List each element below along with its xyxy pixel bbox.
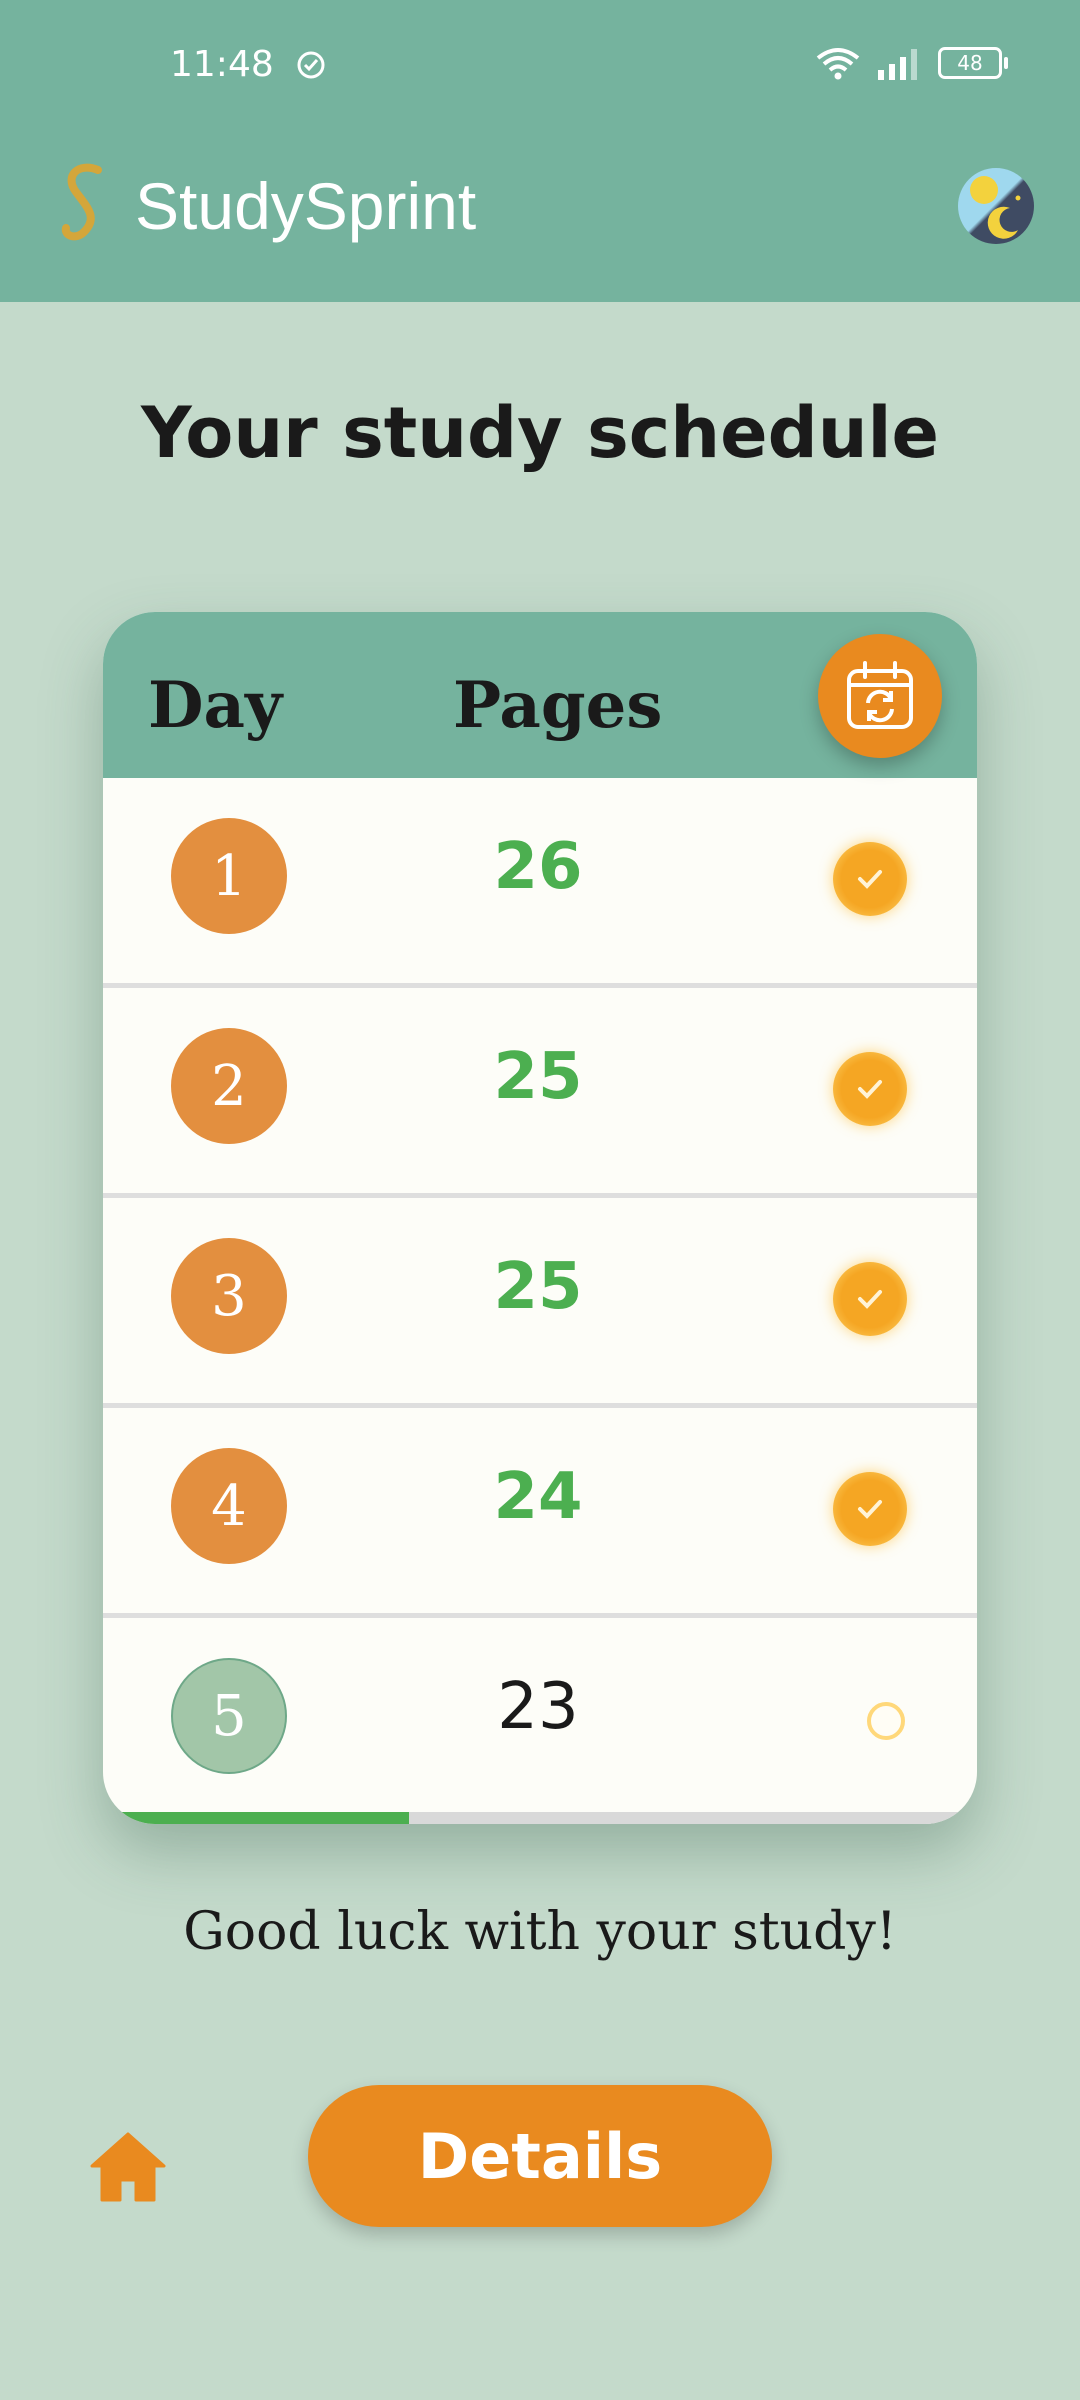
- day-number: 5: [171, 1658, 287, 1774]
- app-bar: 11:48 48 StudySprint: [0, 0, 1080, 302]
- pages-value: 24: [493, 1460, 583, 1534]
- done-checkbox[interactable]: [833, 1052, 907, 1126]
- done-checkbox[interactable]: [867, 1702, 905, 1740]
- check-circle-icon: [297, 51, 325, 79]
- check-icon: [858, 1290, 882, 1309]
- table-row[interactable]: 2 25: [103, 988, 977, 1198]
- signal-icon: [878, 49, 917, 80]
- progress-fill: [103, 1812, 409, 1824]
- check-icon: [858, 1500, 882, 1519]
- table-row[interactable]: 5 23: [103, 1618, 977, 1824]
- page-title: Your study schedule: [140, 392, 940, 474]
- day-number: 1: [171, 818, 287, 934]
- progress-bar: [103, 1812, 977, 1824]
- details-button[interactable]: Details: [308, 2085, 772, 2227]
- pages-value: 25: [493, 1040, 583, 1114]
- done-checkbox[interactable]: [833, 842, 907, 916]
- avatar[interactable]: [958, 168, 1034, 244]
- footer-message: Good luck with your study!: [183, 1902, 897, 1962]
- done-checkbox[interactable]: [833, 1472, 907, 1546]
- pages-value: 26: [493, 830, 583, 904]
- schedule-card: Day Pages 1 26 2 25 3 25 4 24 5 23: [103, 612, 977, 1824]
- day-number: 4: [171, 1448, 287, 1564]
- day-number: 3: [171, 1238, 287, 1354]
- avatar-icon: [970, 176, 1021, 239]
- battery-indicator: 48: [938, 47, 1008, 79]
- status-indicators: 48: [816, 46, 1008, 80]
- table-row[interactable]: 1 26: [103, 778, 977, 988]
- reschedule-button[interactable]: [818, 634, 942, 758]
- check-icon: [858, 870, 882, 889]
- check-icon: [858, 1080, 882, 1099]
- calendar-refresh-icon: [847, 661, 913, 729]
- home-icon[interactable]: [88, 2130, 168, 2202]
- table-row[interactable]: 3 25: [103, 1198, 977, 1408]
- table-row[interactable]: 4 24: [103, 1408, 977, 1618]
- column-header-pages: Pages: [453, 668, 663, 743]
- done-checkbox[interactable]: [833, 1262, 907, 1336]
- pages-value: 25: [493, 1250, 583, 1324]
- status-time: 11:48: [170, 44, 274, 85]
- day-number: 2: [171, 1028, 287, 1144]
- wifi-icon: [816, 48, 860, 80]
- app-title: StudySprint: [135, 169, 477, 243]
- s-logo-icon: [61, 163, 102, 241]
- pages-value: 23: [497, 1670, 579, 1744]
- column-header-day: Day: [148, 668, 283, 743]
